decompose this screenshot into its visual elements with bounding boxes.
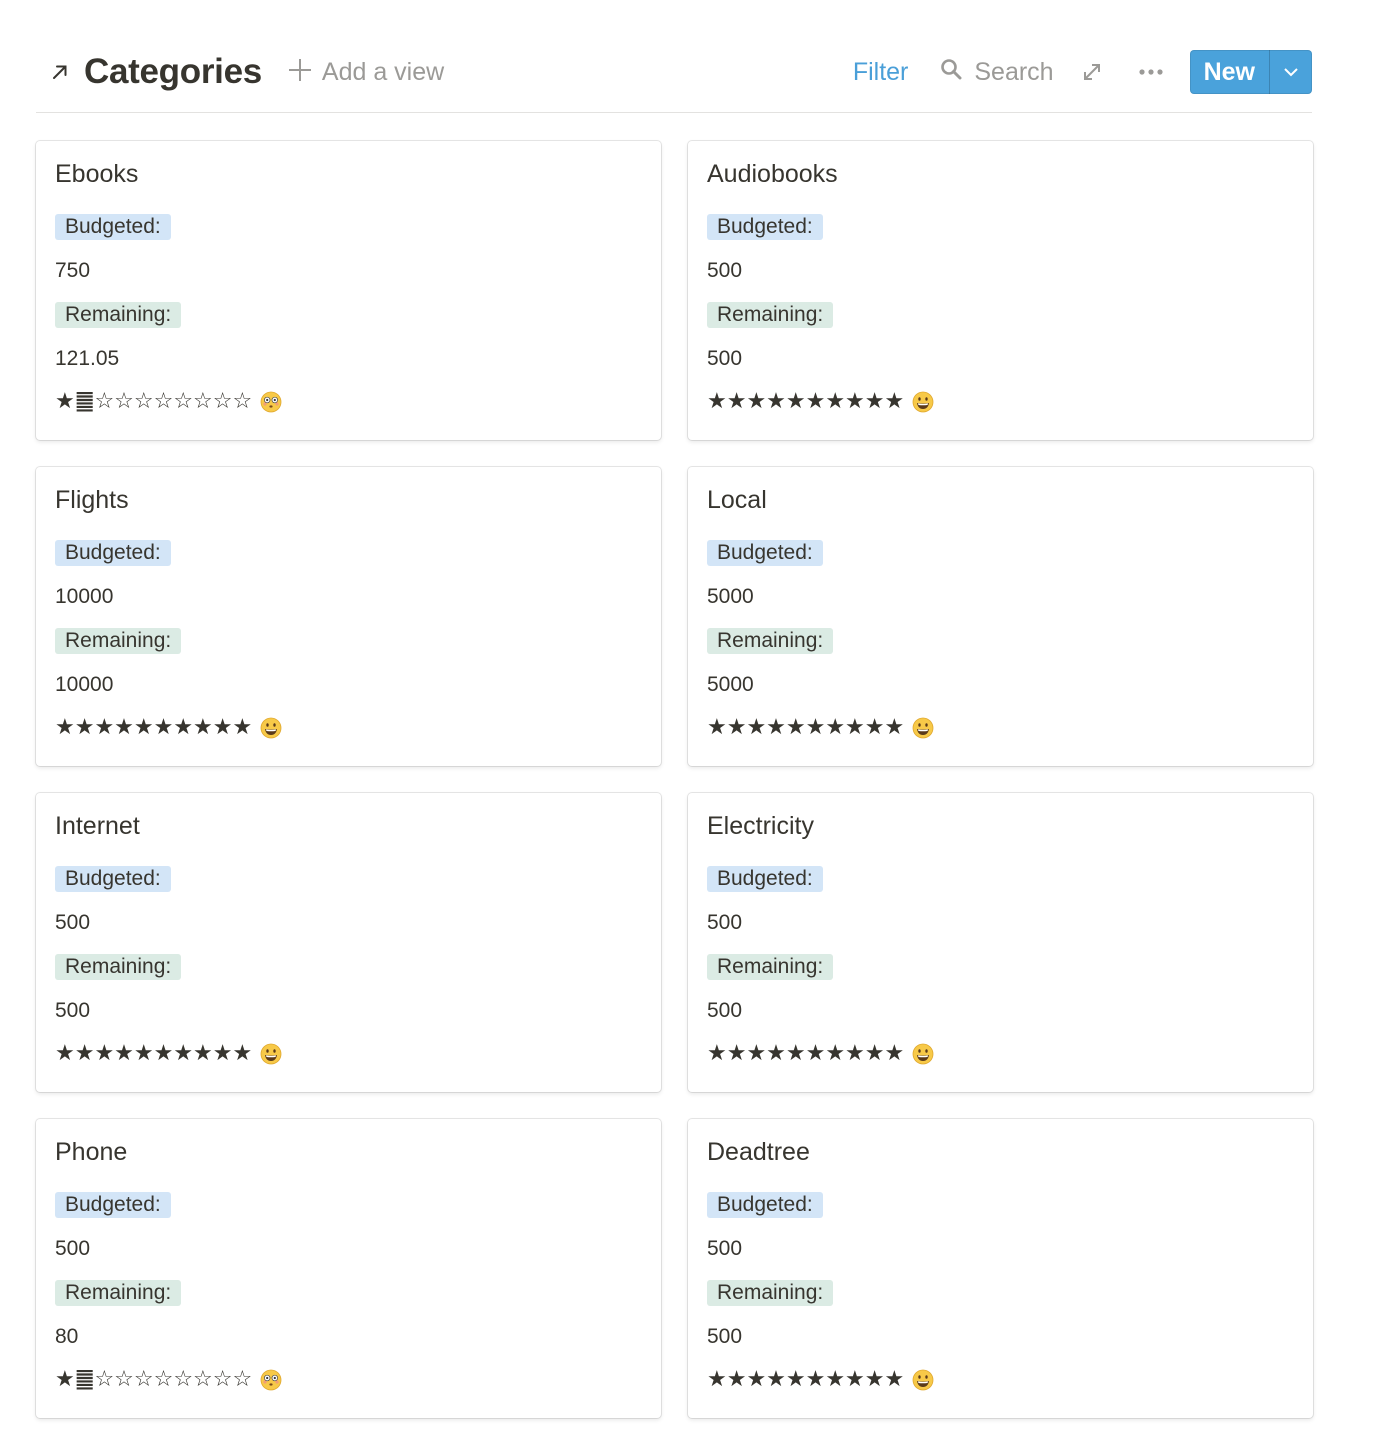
budgeted-value: 5000 [707, 585, 754, 608]
category-card[interactable]: Flights Budgeted: 10000 Remaining: 10000 ★★★★… [36, 467, 661, 766]
card-title: Ebooks [55, 160, 139, 188]
remaining-value: 121.05 [55, 347, 120, 370]
remaining-value: 10000 [55, 673, 114, 696]
remaining-label: Remaining: [707, 1280, 834, 1306]
remaining-label: Remaining: [707, 628, 834, 654]
budgeted-label: Budgeted: [707, 540, 823, 566]
remaining-label: Remaining: [55, 628, 182, 654]
grinning-face-icon [912, 1043, 934, 1065]
budgeted-value: 750 [55, 259, 91, 282]
remaining-value: 80 [55, 1325, 79, 1348]
budgeted-label: Budgeted: [707, 1192, 823, 1218]
rating-stars: ★★★★★★★★★★ [55, 715, 253, 740]
arrow-up-right-icon[interactable] [50, 61, 72, 83]
card-title: Local [707, 486, 767, 514]
rating-stars: ★䷀☆☆☆☆☆☆☆☆ [55, 1367, 253, 1392]
remaining-label: Remaining: [707, 302, 834, 328]
remaining-label: Remaining: [55, 1280, 182, 1306]
gallery-grid: Ebooks Budgeted: 750 Remaining: 121.05 ★䷀☆☆☆☆… [36, 141, 1313, 1418]
view-header: Categories Add a view Filter Search New [36, 48, 1312, 96]
card-title: Audiobooks [707, 160, 838, 188]
flushed-face-icon [260, 1369, 282, 1391]
filter-button[interactable]: Filter [853, 58, 909, 87]
remaining-label: Remaining: [707, 954, 834, 980]
card-title: Internet [55, 812, 140, 840]
category-card[interactable]: Electricity Budgeted: 500 Remaining: 500 ★★★★… [688, 793, 1313, 1092]
category-card[interactable]: Local Budgeted: 5000 Remaining: 5000 ★★★★★★★★… [688, 467, 1313, 766]
grinning-face-icon [260, 1043, 282, 1065]
budget-rating: ★★★★★★★★★★ [707, 1366, 1294, 1394]
add-view-label: Add a view [321, 57, 445, 86]
remaining-value: 500 [55, 999, 91, 1022]
budgeted-value: 500 [707, 1237, 743, 1260]
budget-rating: ★★★★★★★★★★ [55, 1040, 642, 1068]
rating-stars: ★★★★★★★★★★ [707, 1041, 905, 1066]
budgeted-value: 500 [55, 911, 91, 934]
budgeted-label: Budgeted: [55, 540, 171, 566]
category-card[interactable]: Audiobooks Budgeted: 500 Remaining: 500 ★★★★★… [688, 141, 1313, 440]
budgeted-label: Budgeted: [55, 214, 171, 240]
rating-stars: ★★★★★★★★★★ [55, 1041, 253, 1066]
category-card[interactable]: Deadtree Budgeted: 500 Remaining: 500 ★★★★★★★… [688, 1119, 1313, 1418]
budget-rating: ★★★★★★★★★★ [707, 1040, 1294, 1068]
grinning-face-icon [912, 1369, 934, 1391]
budgeted-value: 500 [707, 259, 743, 282]
grinning-face-icon [912, 391, 934, 413]
rating-stars: ★★★★★★★★★★ [707, 389, 905, 414]
rating-stars: ★★★★★★★★★★ [707, 1367, 905, 1392]
card-title: Phone [55, 1138, 128, 1166]
category-card[interactable]: Internet Budgeted: 500 Remaining: 500 ★★★★★★★… [36, 793, 661, 1092]
card-title: Deadtree [707, 1138, 810, 1166]
more-horizontal-icon[interactable] [1138, 68, 1164, 76]
card-title: Flights [55, 486, 129, 514]
budget-rating: ★䷀☆☆☆☆☆☆☆☆ [55, 388, 642, 416]
grinning-face-icon [260, 717, 282, 739]
budgeted-label: Budgeted: [707, 214, 823, 240]
new-button-group: New [1189, 50, 1312, 94]
remaining-value: 500 [707, 999, 743, 1022]
search-label: Search [974, 57, 1054, 86]
rating-stars: ★★★★★★★★★★ [707, 715, 905, 740]
page-title[interactable]: Categories [84, 52, 262, 92]
remaining-label: Remaining: [55, 302, 182, 328]
budget-rating: ★★★★★★★★★★ [55, 714, 642, 742]
budgeted-value: 10000 [55, 585, 114, 608]
chevron-down-icon[interactable] [1270, 50, 1312, 94]
search-button[interactable]: Search [940, 57, 1054, 87]
remaining-value: 500 [707, 1325, 743, 1348]
remaining-label: Remaining: [55, 954, 182, 980]
card-title: Electricity [707, 812, 814, 840]
plus-icon [288, 54, 312, 88]
budget-rating: ★䷀☆☆☆☆☆☆☆☆ [55, 1366, 642, 1394]
budgeted-label: Budgeted: [707, 866, 823, 892]
flushed-face-icon [260, 391, 282, 413]
remaining-value: 5000 [707, 673, 754, 696]
budgeted-value: 500 [55, 1237, 91, 1260]
remaining-value: 500 [707, 347, 743, 370]
search-icon [940, 58, 974, 87]
grinning-face-icon [912, 717, 934, 739]
budgeted-label: Budgeted: [55, 866, 171, 892]
budget-rating: ★★★★★★★★★★ [707, 388, 1294, 416]
budgeted-value: 500 [707, 911, 743, 934]
category-card[interactable]: Phone Budgeted: 500 Remaining: 80 ★䷀☆☆☆☆☆☆☆☆ [36, 1119, 661, 1418]
header-divider [36, 112, 1312, 113]
rating-stars: ★䷀☆☆☆☆☆☆☆☆ [55, 389, 253, 414]
budget-rating: ★★★★★★★★★★ [707, 714, 1294, 742]
category-card[interactable]: Ebooks Budgeted: 750 Remaining: 121.05 ★䷀☆☆☆☆… [36, 141, 661, 440]
expand-icon[interactable] [1082, 62, 1102, 82]
new-button[interactable]: New [1190, 50, 1270, 94]
budgeted-label: Budgeted: [55, 1192, 171, 1218]
add-view-button[interactable]: Add a view [288, 57, 444, 88]
